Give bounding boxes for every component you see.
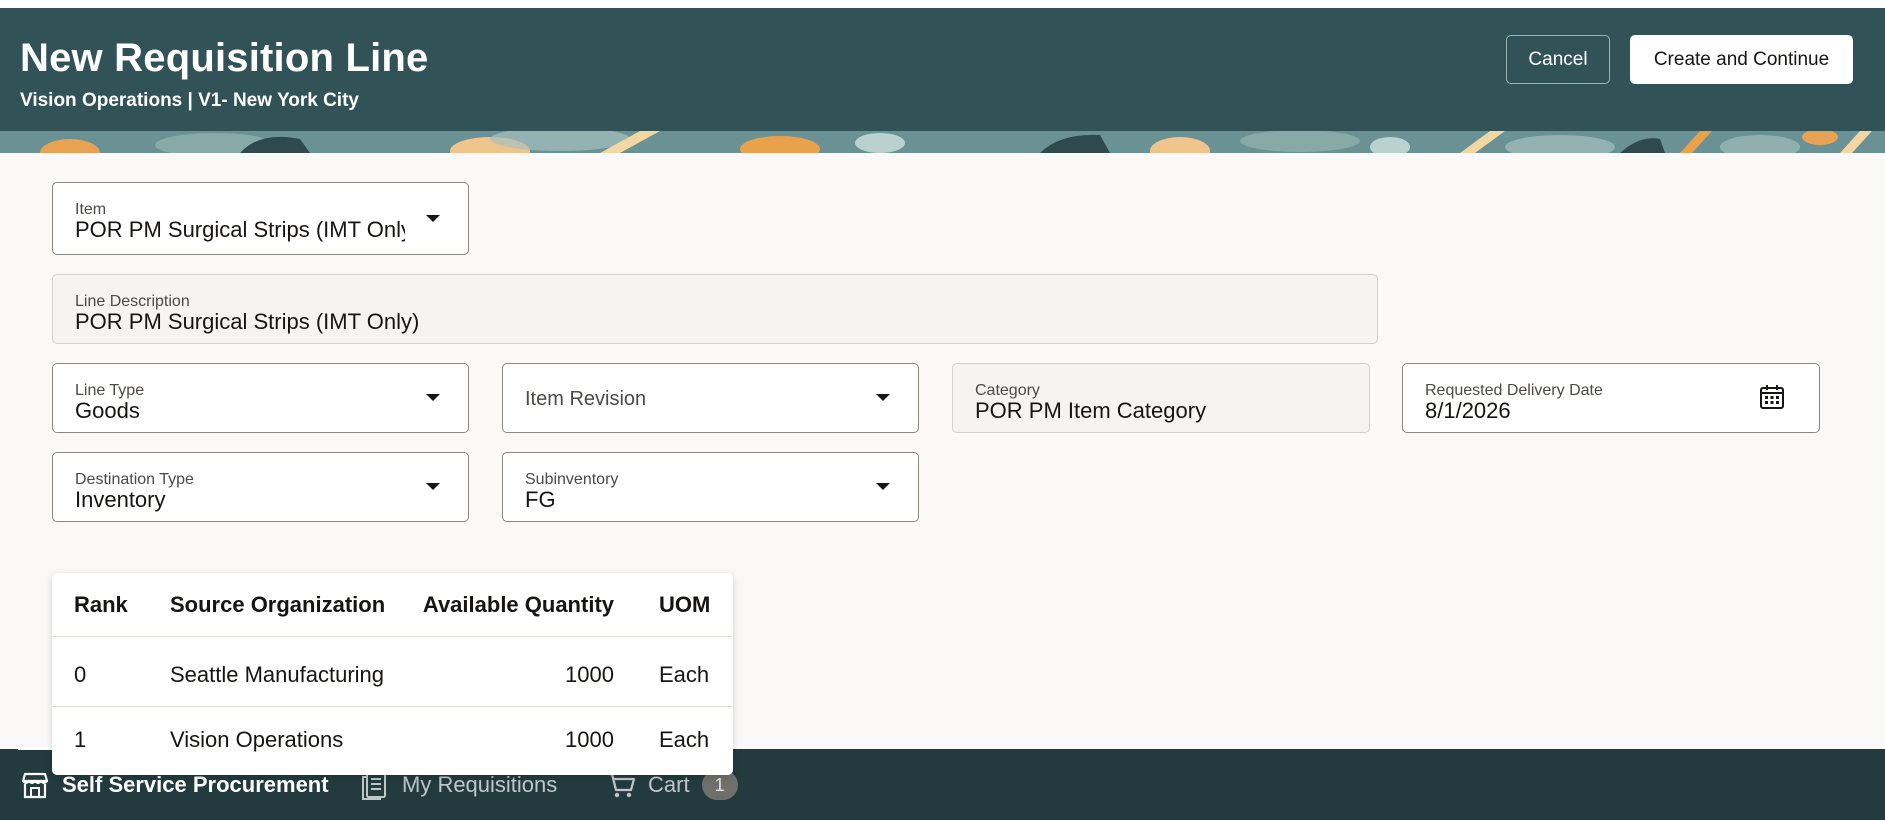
cancel-button[interactable]: Cancel — [1506, 35, 1610, 84]
create-and-continue-button[interactable]: Create and Continue — [1630, 35, 1853, 84]
page-subtitle: Vision Operations | V1- New York City — [20, 90, 359, 111]
store-icon — [21, 772, 49, 799]
available-quantity-cell: 1000 — [565, 662, 614, 687]
line-description-field[interactable]: Line Description POR PM Surgical Strips … — [52, 274, 1378, 344]
column-header-available-quantity: Available Quantity — [422, 592, 614, 617]
chevron-down-icon[interactable] — [426, 214, 440, 222]
chevron-down-icon[interactable] — [426, 483, 440, 490]
uom-cell: Each — [659, 727, 710, 752]
page-title: New Requisition Line — [20, 36, 429, 80]
column-header-uom: UOM — [659, 592, 711, 617]
subinventory-select[interactable]: Subinventory FG — [502, 452, 919, 522]
requested-delivery-date-value: 8/1/2026 — [1425, 398, 1511, 423]
nav-label: Self Service Procurement — [62, 772, 329, 797]
item-revision-select[interactable]: Item Revision — [502, 363, 919, 433]
table-header-row: Rank Source Organization Available Quant… — [52, 573, 733, 637]
chevron-down-icon[interactable] — [876, 394, 890, 401]
table-row[interactable]: 0 Seattle Manufacturing 1000 Each — [52, 643, 733, 707]
chevron-down-icon[interactable] — [876, 483, 890, 490]
item-value: POR PM Surgical Strips (IMT Only) — [75, 217, 405, 242]
requested-delivery-date-field[interactable]: Requested Delivery Date 8/1/2026 — [1402, 363, 1820, 433]
header-decorative-pattern — [0, 131, 1885, 153]
category-field: Category POR PM Item Category — [952, 363, 1370, 433]
line-type-select[interactable]: Line Type Goods — [52, 363, 469, 433]
item-revision-placeholder: Item Revision — [525, 388, 647, 410]
calendar-icon[interactable] — [1759, 384, 1785, 410]
available-quantity-cell: 1000 — [565, 727, 614, 752]
active-nav-indicator — [18, 747, 54, 750]
table-row[interactable]: 1 Vision Operations 1000 Each — [52, 708, 733, 772]
nav-label: Cart — [648, 772, 690, 797]
destination-type-value: Inventory — [75, 487, 166, 512]
item-select[interactable]: Item POR PM Surgical Strips (IMT Only) — [52, 182, 469, 255]
subinventory-value: FG — [525, 487, 556, 512]
uom-cell: Each — [659, 662, 710, 687]
nav-label: My Requisitions — [402, 772, 558, 797]
source-organization-table: Rank Source Organization Available Quant… — [52, 573, 733, 775]
destination-type-select[interactable]: Destination Type Inventory — [52, 452, 469, 522]
line-description-value: POR PM Surgical Strips (IMT Only) — [75, 309, 420, 334]
line-type-value: Goods — [75, 398, 140, 423]
chevron-down-icon[interactable] — [426, 394, 440, 401]
category-value: POR PM Item Category — [975, 398, 1207, 423]
